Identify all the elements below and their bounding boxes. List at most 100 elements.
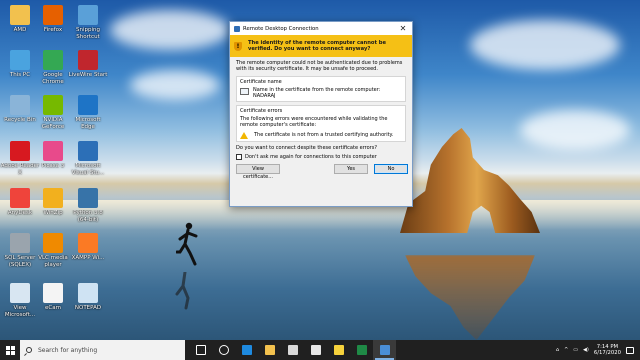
taskbar-button[interactable] [304,340,327,360]
desktop-icon-label: Picasa 3 [41,163,65,169]
runner-reflection [175,272,190,310]
yes-button[interactable]: Yes [334,164,368,175]
desktop-icon-label: WinZip [43,210,63,216]
taskbar-button[interactable] [281,340,304,360]
clock[interactable]: 7:14 PM 6/17/2020 [594,344,621,357]
desktop-icon-label: Firefox [43,27,63,33]
desktop-icon-label: XAMPP Wi... [71,255,105,261]
spreadsheet-icon [356,345,367,355]
desktop-icon-label: LiveWire Start [68,72,108,78]
livewire-icon [78,50,98,70]
desktop-icon[interactable]: Microsoft Edge [68,95,108,130]
sql-server-icon [10,233,30,253]
desktop-icon[interactable]: Picasa 3 [33,141,73,176]
cloud [130,70,220,100]
people-icon[interactable]: ⌂ [556,347,559,353]
desktop-icon[interactable]: NOTEPAD [68,283,108,318]
desktop-icon[interactable]: Firefox [33,5,73,40]
certificate-errors-caption: The following errors were encountered wh… [240,115,388,129]
chevron-up-icon[interactable]: ^ [564,347,568,353]
desktop-icon-label: Snipping Shortcut [76,27,100,40]
certificate-icon [240,87,249,95]
dont-ask-again-label[interactable]: Don't ask me again for connections to th… [245,154,377,160]
computer-icon [10,50,30,70]
taskbar-button[interactable] [235,340,258,360]
certificate-name-heading: Certificate name [240,78,282,85]
dialog-titlebar[interactable]: Remote Desktop Connection ✕ [230,22,412,35]
desktop-icon[interactable]: Snipping Shortcut [68,5,108,40]
certificate-error-item: The certificate is not from a trusted ce… [254,131,394,138]
pinned-apps [189,340,396,360]
desktop-icon-label: Microsoft Edge [75,117,101,130]
close-button[interactable]: ✕ [397,23,409,34]
desktop-icon[interactable]: eCam [33,283,73,318]
warning-text: The identity of the remote computer cann… [248,39,387,53]
network-icon[interactable]: ▭ [573,347,578,353]
firefox-icon [43,5,63,25]
desktop-icon[interactable]: Google Chrome [33,50,73,85]
store-icon [287,345,298,355]
file-explorer-icon [264,345,275,355]
desktop-icon[interactable]: NVIDIA GeForce [33,95,73,130]
mail-icon [310,345,321,355]
taskbar-button[interactable] [350,340,373,360]
taskbar-button[interactable] [373,340,396,360]
dont-ask-again-checkbox[interactable] [236,154,242,161]
sticky-notes-icon [333,345,344,355]
cloud [520,110,630,150]
document-icon [10,283,30,303]
edge-icon [241,345,252,355]
folder-icon [10,5,30,25]
certificate-name-caption: Name in the certificate from the remote … [253,86,381,93]
cloud [110,10,230,50]
search-box[interactable]: Search for anything [20,340,185,360]
cortana-icon [218,345,229,355]
notifications-icon[interactable] [626,346,634,354]
desktop-icon-label: Python 3.8 (64-bit) [73,210,103,223]
desktop-icon-label: NVIDIA GeForce [41,117,65,130]
rdp-certificate-dialog: Remote Desktop Connection ✕ ! The identi… [229,21,413,207]
edge-icon [78,95,98,115]
dont-ask-again-row[interactable]: Don't ask me again for connections to th… [236,154,406,161]
rock-reflection [405,255,535,340]
taskbar-button[interactable] [189,340,212,360]
nvidia-icon [43,95,63,115]
desktop-icon[interactable]: WinZip [33,188,73,223]
xampp-icon [78,233,98,253]
desktop-icon[interactable]: LiveWire Start [68,50,108,85]
certificate-name-value: NADARAJ [253,92,276,99]
view-certificate-button[interactable]: View certificate... [236,164,280,180]
camera-icon [43,283,63,303]
desktop-icon-label: eCam [45,305,61,311]
windows-logo-icon [5,345,15,355]
warning-banner: ! The identity of the remote computer ca… [230,35,412,57]
task-view-icon [195,345,206,355]
desktop-icon[interactable]: Python 3.8 (64-bit) [68,188,108,223]
taskbar-button[interactable] [258,340,281,360]
desktop-icon-label: Google Chrome [42,72,64,85]
remote-desktop-icon [379,345,390,355]
python-icon [78,188,98,208]
remote-desktop-icon [234,25,240,32]
runner-silhouette [176,222,198,266]
intro-text: The remote computer could not be authent… [236,60,403,73]
recycle-bin-icon [10,95,30,115]
no-button[interactable]: No [374,164,408,175]
desktop-icon[interactable]: VLC media player [33,233,73,268]
chrome-icon [43,50,63,70]
taskbar: Search for anything ⌂ ^ ▭ ◀) 7:14 PM 6/1… [0,340,640,360]
vlc-icon [43,233,63,253]
anydesk-icon [10,188,30,208]
dialog-title: Remote Desktop Connection [243,25,319,32]
start-button[interactable] [0,340,20,360]
desktop-icon-label: Microsoft Visual Stu... [71,163,105,176]
certificate-name-group: Certificate name Name in the certificate… [236,75,406,102]
desktop-icon[interactable]: XAMPP Wi... [68,233,108,268]
taskbar-button[interactable] [212,340,235,360]
taskbar-button[interactable] [327,340,350,360]
search-placeholder[interactable]: Search for anything [38,347,97,354]
system-tray: ⌂ ^ ▭ ◀) 7:14 PM 6/17/2020 [556,344,640,357]
volume-icon[interactable]: ◀) [583,347,589,353]
certificate-errors-heading: Certificate errors [240,107,283,114]
desktop-icon[interactable]: Microsoft Visual Stu... [68,141,108,176]
